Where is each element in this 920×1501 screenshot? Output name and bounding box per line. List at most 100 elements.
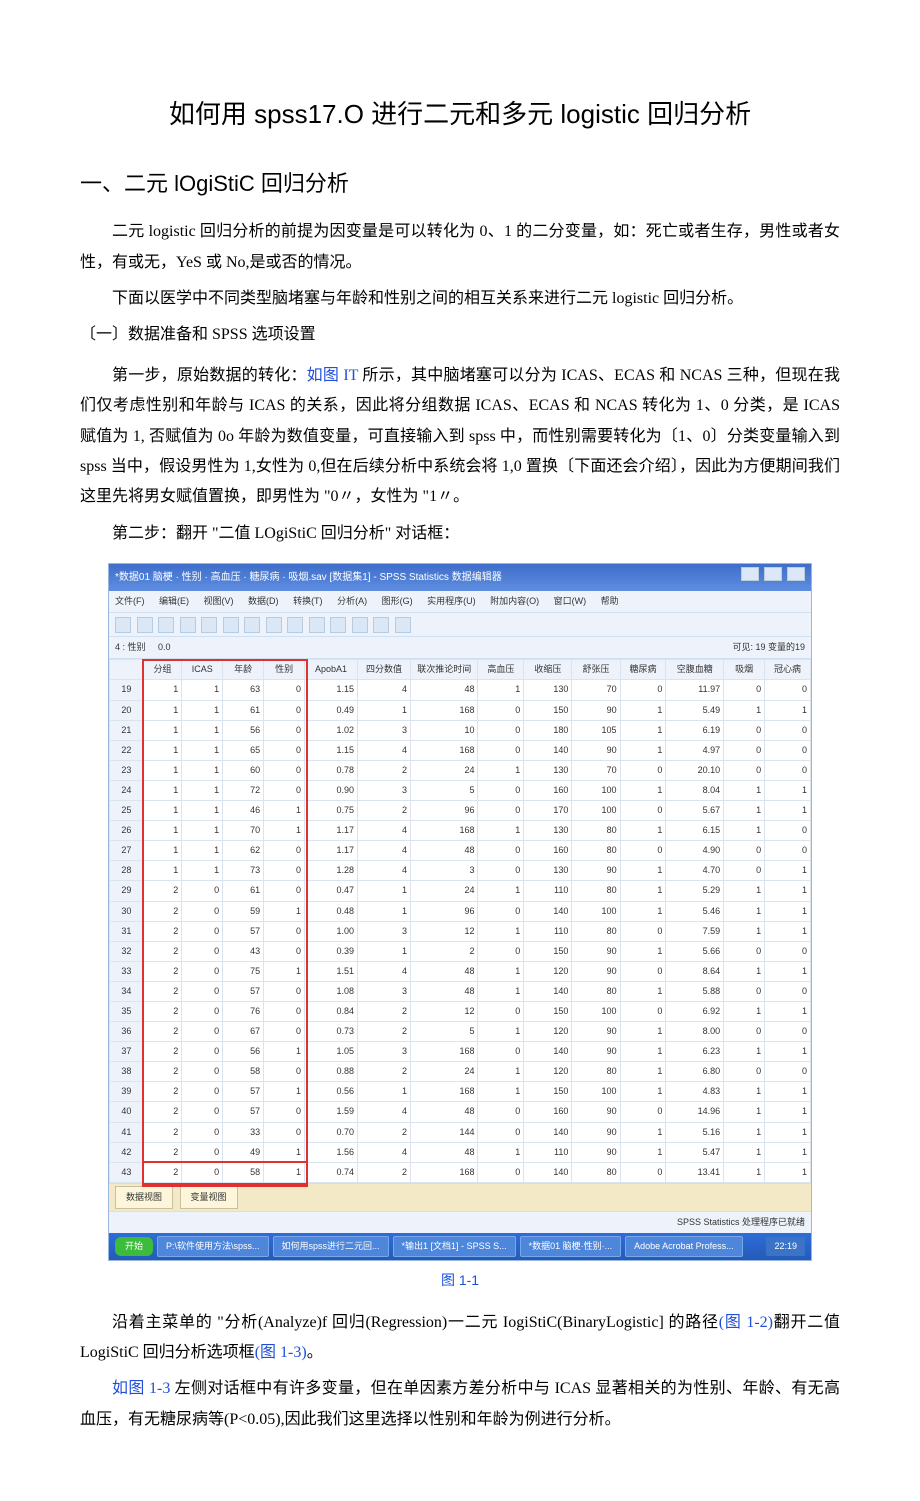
table-row[interactable]: 33207511.5144811209008.6411 bbox=[110, 961, 811, 981]
cell[interactable]: 90 bbox=[572, 1102, 620, 1122]
cell[interactable]: 100 bbox=[572, 801, 620, 821]
cell[interactable]: 100 bbox=[572, 1001, 620, 1021]
cell[interactable]: 1 bbox=[620, 1062, 666, 1082]
cell[interactable]: 1 bbox=[765, 901, 811, 921]
cell[interactable]: 5.16 bbox=[666, 1122, 724, 1142]
row-number[interactable]: 30 bbox=[110, 901, 144, 921]
cell[interactable]: 1 bbox=[478, 881, 524, 901]
cell[interactable]: 0 bbox=[264, 1001, 305, 1021]
menu-help[interactable]: 帮助 bbox=[601, 596, 619, 606]
table-row[interactable]: 34205701.0834811408015.8800 bbox=[110, 981, 811, 1001]
cell[interactable]: 1 bbox=[765, 1042, 811, 1062]
menu-edit[interactable]: 编辑(E) bbox=[159, 596, 189, 606]
cell[interactable]: 120 bbox=[524, 961, 572, 981]
cell[interactable]: 0 bbox=[478, 941, 524, 961]
cell[interactable]: 1.59 bbox=[305, 1102, 358, 1122]
cell[interactable]: 1 bbox=[182, 841, 223, 861]
cell[interactable]: 5.46 bbox=[666, 901, 724, 921]
row-number[interactable]: 32 bbox=[110, 941, 144, 961]
tool-labels-icon[interactable] bbox=[373, 617, 389, 633]
cell[interactable]: 1.15 bbox=[305, 680, 358, 700]
cell[interactable]: 0 bbox=[182, 1142, 223, 1162]
cell[interactable]: 1 bbox=[478, 981, 524, 1001]
cell[interactable]: 0 bbox=[724, 981, 765, 1001]
cell[interactable]: 90 bbox=[572, 961, 620, 981]
cell[interactable]: 1 bbox=[478, 921, 524, 941]
cell[interactable]: 2 bbox=[358, 1062, 411, 1082]
table-row[interactable]: 26117011.17416811308016.1510 bbox=[110, 821, 811, 841]
cell[interactable]: 110 bbox=[524, 921, 572, 941]
cell[interactable]: 1 bbox=[765, 921, 811, 941]
cell[interactable]: 150 bbox=[524, 1082, 572, 1102]
cell[interactable]: 5.29 bbox=[666, 881, 724, 901]
cell[interactable]: 1 bbox=[620, 780, 666, 800]
cell[interactable]: 1 bbox=[264, 1042, 305, 1062]
tool-chart-icon[interactable] bbox=[266, 617, 282, 633]
cell[interactable]: 0 bbox=[264, 780, 305, 800]
cell[interactable]: 90 bbox=[572, 1122, 620, 1142]
cell[interactable]: 1 bbox=[724, 801, 765, 821]
cell[interactable]: 0.70 bbox=[305, 1122, 358, 1142]
cell[interactable]: 1 bbox=[724, 1122, 765, 1142]
cell[interactable]: 2 bbox=[358, 1001, 411, 1021]
row-number[interactable]: 40 bbox=[110, 1102, 144, 1122]
cell[interactable]: 11.97 bbox=[666, 680, 724, 700]
cell[interactable]: 1.08 bbox=[305, 981, 358, 1001]
cell[interactable]: 4 bbox=[358, 821, 411, 841]
cell[interactable]: 1 bbox=[620, 740, 666, 760]
cell[interactable]: 0 bbox=[620, 680, 666, 700]
taskbar-item[interactable]: 如何用spss进行二元回... bbox=[273, 1236, 389, 1257]
cell[interactable]: 61 bbox=[223, 881, 264, 901]
cell[interactable]: 1 bbox=[724, 1082, 765, 1102]
cell[interactable]: 0 bbox=[724, 861, 765, 881]
cell[interactable]: 0 bbox=[765, 841, 811, 861]
table-row[interactable]: 37205611.05316801409016.2311 bbox=[110, 1042, 811, 1062]
cell[interactable]: 1 bbox=[724, 821, 765, 841]
cell[interactable]: 1 bbox=[264, 801, 305, 821]
start-button[interactable]: 开始 bbox=[115, 1237, 153, 1256]
cell[interactable]: 168 bbox=[411, 821, 478, 841]
cell[interactable]: 3 bbox=[358, 921, 411, 941]
cell[interactable]: 140 bbox=[524, 1042, 572, 1062]
menu-transform[interactable]: 转换(T) bbox=[293, 596, 323, 606]
cell[interactable]: 2 bbox=[358, 1122, 411, 1142]
cell[interactable]: 0 bbox=[264, 740, 305, 760]
cell[interactable]: 0 bbox=[182, 1102, 223, 1122]
cell[interactable]: 2 bbox=[143, 1062, 182, 1082]
cell[interactable]: 80 bbox=[572, 921, 620, 941]
cell[interactable]: 1 bbox=[724, 780, 765, 800]
row-number[interactable]: 25 bbox=[110, 801, 144, 821]
row-number[interactable]: 22 bbox=[110, 740, 144, 760]
cell[interactable]: 0 bbox=[765, 1022, 811, 1042]
cell[interactable]: 59 bbox=[223, 901, 264, 921]
menu-file[interactable]: 文件(F) bbox=[115, 596, 145, 606]
cell[interactable]: 0.90 bbox=[305, 780, 358, 800]
cell[interactable]: 1 bbox=[182, 680, 223, 700]
cell[interactable]: 1 bbox=[765, 1082, 811, 1102]
row-number[interactable]: 35 bbox=[110, 1001, 144, 1021]
column-header[interactable]: ApobA1 bbox=[305, 660, 358, 680]
cell[interactable]: 1 bbox=[358, 700, 411, 720]
cell[interactable]: 105 bbox=[572, 720, 620, 740]
cell[interactable]: 3 bbox=[358, 780, 411, 800]
cell[interactable]: 2 bbox=[143, 1042, 182, 1062]
cell[interactable]: 1 bbox=[620, 720, 666, 740]
cell[interactable]: 1.28 bbox=[305, 861, 358, 881]
cell[interactable]: 4 bbox=[358, 1102, 411, 1122]
cell[interactable]: 0.47 bbox=[305, 881, 358, 901]
cell[interactable]: 1 bbox=[724, 1102, 765, 1122]
cell[interactable]: 1 bbox=[358, 881, 411, 901]
cell[interactable]: 1.51 bbox=[305, 961, 358, 981]
cell[interactable]: 1 bbox=[478, 1022, 524, 1042]
cell[interactable]: 0 bbox=[182, 1001, 223, 1021]
table-row[interactable]: 40205701.59448016090014.9611 bbox=[110, 1102, 811, 1122]
menu-view[interactable]: 视图(V) bbox=[204, 596, 234, 606]
cell[interactable]: 1 bbox=[143, 780, 182, 800]
cell[interactable]: 1 bbox=[620, 881, 666, 901]
cell[interactable]: 14.96 bbox=[666, 1102, 724, 1122]
cell[interactable]: 144 bbox=[411, 1122, 478, 1142]
cell[interactable]: 1 bbox=[724, 1162, 765, 1182]
column-header[interactable]: 舒张压 bbox=[572, 660, 620, 680]
cell[interactable]: 1 bbox=[765, 1102, 811, 1122]
cell[interactable]: 0 bbox=[478, 841, 524, 861]
